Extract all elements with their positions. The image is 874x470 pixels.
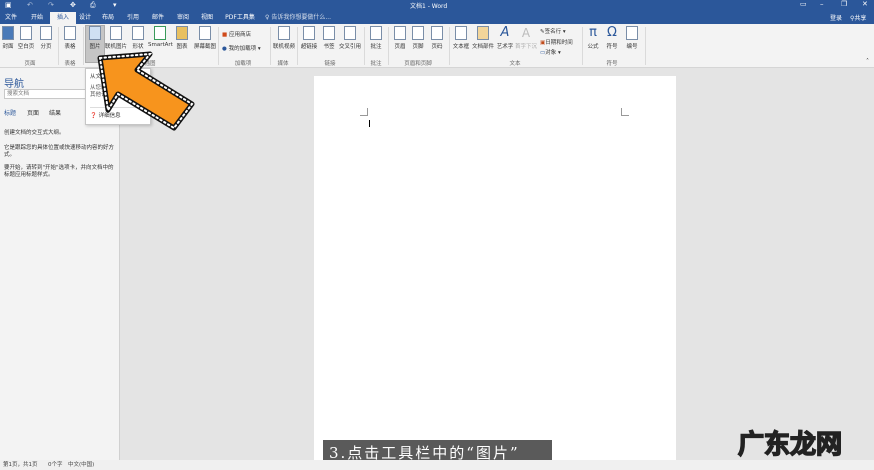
page-count[interactable]: 第1页，共1页 <box>3 460 38 470</box>
language[interactable]: 中文(中国) <box>68 460 94 470</box>
arrow-shape <box>97 51 195 131</box>
watermark-logo: 广东龙网 <box>737 429 843 461</box>
word-count[interactable]: 0个字 <box>48 460 63 470</box>
pointer-arrow <box>97 51 195 131</box>
status-bar: 第1页，共1页 0个字 中文(中国) <box>0 460 874 470</box>
